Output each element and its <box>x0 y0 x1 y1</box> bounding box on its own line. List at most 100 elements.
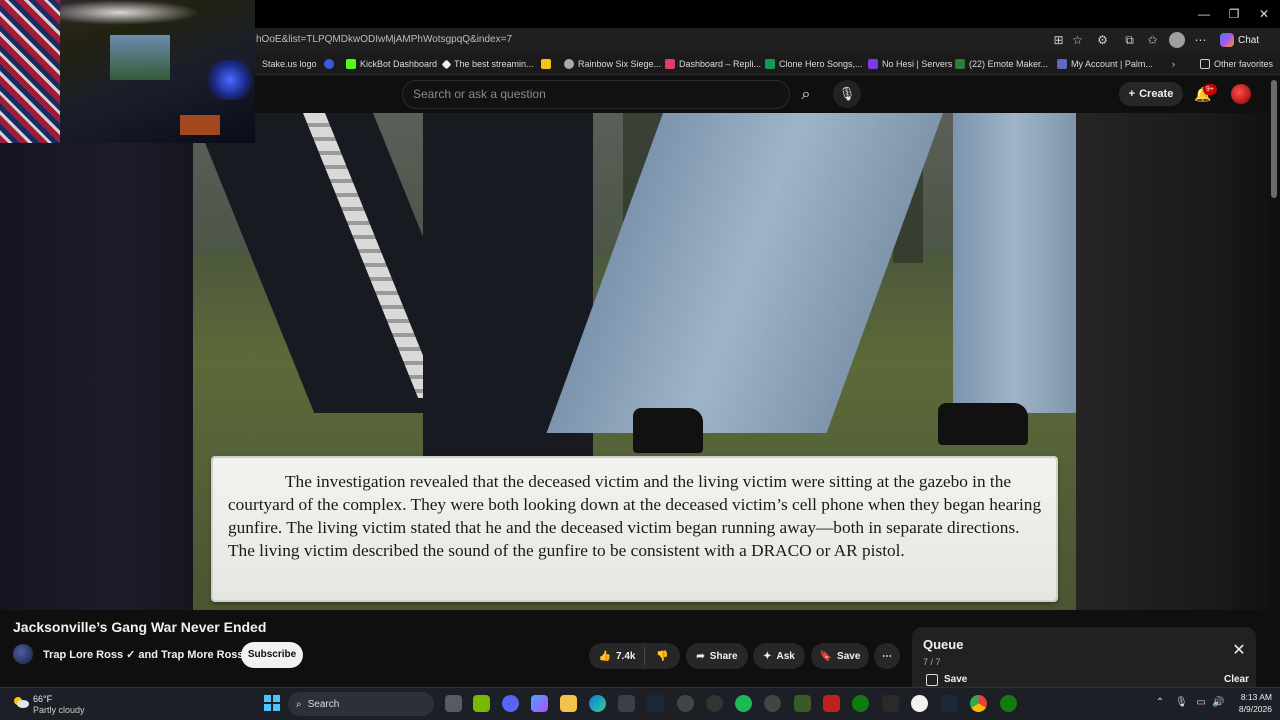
xbox-app-icon[interactable] <box>1000 695 1017 712</box>
file-explorer-icon[interactable] <box>560 695 577 712</box>
split-screen-icon[interactable]: ⊞ <box>1050 32 1067 49</box>
more-actions-button[interactable]: ⋯ <box>874 643 900 669</box>
scrollbar-thumb[interactable] <box>1271 80 1277 198</box>
favorite-star-icon[interactable]: ☆ <box>1069 32 1086 49</box>
chrome-icon[interactable] <box>970 695 987 712</box>
clock-date[interactable]: 8/9/2026 <box>1226 704 1272 714</box>
like-button[interactable]: 👍 7.4k <box>589 643 645 669</box>
queue-clear-button[interactable]: Clear <box>1224 674 1249 685</box>
copilot-chat-button[interactable]: Chat <box>1216 31 1263 49</box>
dislike-button[interactable]: 👎 <box>645 643 680 669</box>
bookmark-r6[interactable]: Rainbow Six Siege... <box>564 57 661 71</box>
queue-save-label[interactable]: Save <box>944 674 967 685</box>
save-checkbox[interactable] <box>926 674 938 686</box>
create-button[interactable]: + Create <box>1119 82 1183 106</box>
4k-app-icon[interactable] <box>764 695 781 712</box>
bookmark-clone-hero[interactable]: Clone Hero Songs,... <box>765 57 863 71</box>
mic-tray-icon[interactable]: 🎙 <box>1175 697 1188 709</box>
steam-icon[interactable] <box>647 695 664 712</box>
other-favorites[interactable]: Other favorites <box>1200 57 1273 71</box>
bookmark-yellow[interactable] <box>541 57 551 71</box>
thumbs-down-icon: 👎 <box>656 650 669 662</box>
profile-avatar[interactable] <box>1169 32 1185 48</box>
share-button[interactable]: ➦ Share <box>686 643 748 669</box>
r-icon <box>324 59 334 69</box>
bookmark-palm[interactable]: My Account | Palm... <box>1057 57 1153 71</box>
edge-icon[interactable] <box>589 695 606 712</box>
bookmark-no-hesi[interactable]: No Hesi | Servers <box>868 57 952 71</box>
ambient-right <box>1076 113 1270 610</box>
nvidia-icon[interactable] <box>473 695 490 712</box>
yellow-app-icon <box>541 59 551 69</box>
video-title: Jacksonville’s Gang War Never Ended <box>13 619 267 635</box>
account-avatar[interactable] <box>1231 84 1251 104</box>
sheets-icon <box>765 59 775 69</box>
bookmark-stake[interactable]: Stake.us logo <box>262 57 317 71</box>
bookmark-dashboard[interactable]: Dashboard – Repli... <box>665 57 761 71</box>
app-icon-1[interactable] <box>677 695 694 712</box>
favorites-icon[interactable]: ✩ <box>1144 32 1161 49</box>
thumbs-up-icon: 👍 <box>598 650 611 662</box>
store-icon[interactable] <box>618 695 635 712</box>
kickbot-icon <box>346 59 356 69</box>
g-app-icon[interactable] <box>911 695 928 712</box>
weather-description[interactable]: Partly cloudy <box>33 705 85 715</box>
settings-icon[interactable] <box>706 695 723 712</box>
close-window-icon[interactable]: ✕ <box>1256 6 1272 22</box>
taskbar-search[interactable]: ⌕ Search <box>288 692 434 716</box>
subscribe-button[interactable]: Subscribe <box>241 642 303 668</box>
epic-games-icon[interactable] <box>882 695 899 712</box>
b-app-icon[interactable] <box>794 695 811 712</box>
save-button[interactable]: 🔖 Save <box>811 643 869 669</box>
url-text[interactable]: hOoE&list=TLPQMDkwODIwMjAMPhWotsgpqQ&ind… <box>256 34 512 45</box>
queue-count: 7 / 7 <box>923 657 941 667</box>
minimize-icon[interactable]: — <box>1196 6 1212 22</box>
extension-icon[interactable]: ⚙ <box>1094 32 1111 49</box>
bookmarks-overflow-icon[interactable]: › <box>1172 57 1175 71</box>
split-icon[interactable]: ⧉ <box>1121 32 1138 49</box>
share-icon: ➦ <box>696 650 705 662</box>
bookmark-icon: 🔖 <box>819 650 833 662</box>
microphone-icon[interactable]: 🎙 <box>833 80 861 108</box>
windows-taskbar <box>0 687 1280 720</box>
windows-start-icon[interactable] <box>264 695 280 711</box>
restore-icon[interactable]: ❐ <box>1226 6 1242 22</box>
spotify-icon[interactable] <box>735 695 752 712</box>
bookmark-emote-maker[interactable]: (22) Emote Maker... <box>955 57 1048 71</box>
volume-icon[interactable]: 🔊 <box>1212 697 1224 709</box>
plus-icon: + <box>1128 88 1136 100</box>
more-menu-icon[interactable]: ⋯ <box>1192 32 1209 49</box>
document-excerpt-text: The investigation revealed that the dece… <box>228 472 1042 560</box>
notifications-badge: 9+ <box>1203 84 1217 95</box>
bookmark-kickbot[interactable]: KickBot Dashboard <box>346 57 437 71</box>
chat-label: Chat <box>1238 34 1260 46</box>
close-icon[interactable]: ✕ <box>1230 642 1248 660</box>
no-hesi-icon <box>868 59 878 69</box>
task-view-icon[interactable] <box>445 695 462 712</box>
xbox-icon[interactable] <box>852 695 869 712</box>
sparkle-icon: ✦ <box>763 650 772 662</box>
emote-icon <box>955 59 965 69</box>
steam-icon-2[interactable] <box>941 695 958 712</box>
ask-button[interactable]: ✦ Ask <box>753 643 805 669</box>
bookmark-r[interactable] <box>324 57 334 71</box>
partly-cloudy-icon[interactable] <box>12 695 30 709</box>
folder-icon <box>1200 59 1210 69</box>
diamond-icon <box>441 59 452 69</box>
webcam-overlay <box>0 0 255 143</box>
clock-time[interactable]: 8:13 AM <box>1232 692 1272 702</box>
display-icon[interactable]: ▭ <box>1195 697 1207 709</box>
r6-icon <box>564 59 574 69</box>
red-app-icon[interactable] <box>823 695 840 712</box>
bookmark-streaming[interactable]: The best streamin... <box>441 57 534 71</box>
search-icon[interactable]: ⌕ <box>790 80 822 109</box>
weather-temperature[interactable]: 66°F <box>33 694 52 704</box>
search-input[interactable]: Search or ask a question <box>402 80 790 109</box>
channel-name[interactable]: Trap Lore Ross ✓ and Trap More Ross <box>43 648 244 661</box>
channel-avatar[interactable] <box>13 644 33 664</box>
discord-icon[interactable] <box>502 695 519 712</box>
copilot-app-icon[interactable] <box>531 695 548 712</box>
tray-overflow-icon[interactable]: ⌃ <box>1154 697 1166 709</box>
more-icon: ⋯ <box>882 650 892 662</box>
replit-icon <box>665 59 675 69</box>
